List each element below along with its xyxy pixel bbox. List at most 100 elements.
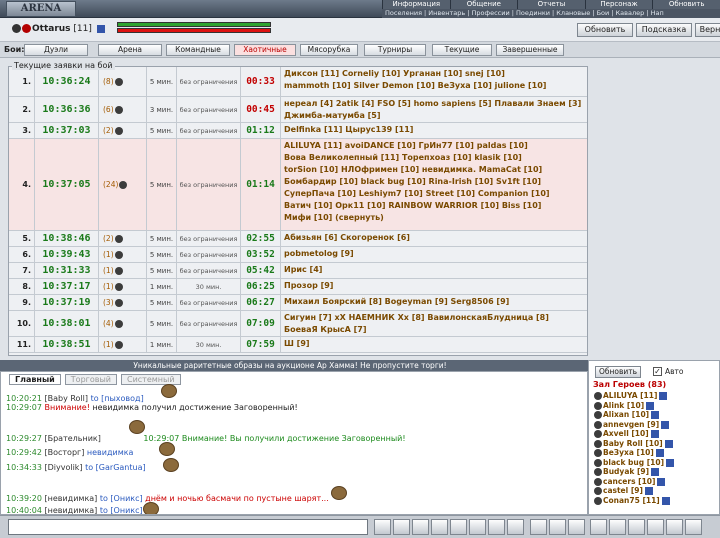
player-item[interactable]: Alink [10] xyxy=(593,401,719,411)
filter-icon[interactable] xyxy=(412,519,429,535)
team-a-players[interactable]: Диксон [11] Corneliy [10] Урганан [10] xyxy=(284,69,462,78)
forum-icon[interactable] xyxy=(647,519,664,535)
player-name[interactable]: annevgen [9] xyxy=(603,420,659,429)
info-icon[interactable] xyxy=(657,477,666,486)
team-line[interactable]: Delfinka [11] Цырус139 [11] xyxy=(284,124,584,136)
info-icon[interactable] xyxy=(655,449,664,457)
team-a-players[interactable]: Мифи [10] (свернуть) xyxy=(284,213,384,222)
team-a-players[interactable]: Вова Великолепный [11] Торепхоаз [10] xyxy=(284,153,472,162)
help-icon[interactable] xyxy=(507,519,524,535)
team-line[interactable]: Ирис [4] xyxy=(284,264,584,276)
avatar[interactable] xyxy=(143,502,159,514)
team-a-players[interactable]: Сигуин [7] xX НАЕМНИК Xx [8] Вавилонская… xyxy=(284,313,549,322)
exit-icon[interactable] xyxy=(685,519,702,535)
sub-menu[interactable]: Поселения | Инвентарь | Профессии | Поед… xyxy=(382,9,720,18)
mail-icon[interactable] xyxy=(549,519,566,535)
hall-of-heroes-title[interactable]: Зал Героев (83) xyxy=(593,380,666,389)
player-name[interactable]: cancers [10] xyxy=(603,477,655,486)
info-icon[interactable] xyxy=(646,401,655,410)
team-line[interactable]: torSion [10] НЛОфримен [10] невидимка. M… xyxy=(284,164,584,176)
player-item[interactable]: ВеЗуха [10] xyxy=(593,448,719,458)
monitor-icon[interactable] xyxy=(628,519,645,535)
auto-checkbox[interactable]: ✓ xyxy=(653,367,662,376)
info-icon[interactable] xyxy=(651,411,660,419)
hint-button[interactable]: Подсказка xyxy=(636,23,692,37)
team-b-players[interactable]: Sv1ft [10] xyxy=(496,177,541,186)
team-a-players[interactable]: Ш [9] xyxy=(284,339,310,348)
team-b-players[interactable]: Скогоренок [6] xyxy=(340,233,410,242)
player-name[interactable]: Alixan [10] xyxy=(603,410,649,419)
team-line[interactable]: Абизьян [6] Скогоренок [6] xyxy=(284,232,584,244)
tab-meatgrinder[interactable]: Мясорубка xyxy=(300,44,358,56)
player-name[interactable]: Budyak [9] xyxy=(603,467,649,476)
team-b-players[interactable]: paldas [10] xyxy=(477,141,528,150)
team-line[interactable]: Михаил Боярский [8] Bogeyman [9] Serg850… xyxy=(284,296,584,308)
team-a-players[interactable]: Абизьян [6] xyxy=(284,233,337,242)
team-a-players[interactable]: БоеваЯ КрысА [7] xyxy=(284,325,367,334)
team-a-players[interactable]: Прозор [9] xyxy=(284,281,333,290)
team-line[interactable]: pobmetolog [9] xyxy=(284,248,584,260)
menu-info[interactable]: Информация xyxy=(382,0,450,9)
tab-chaotic[interactable]: Хаотичные xyxy=(234,44,296,56)
settings-icon[interactable] xyxy=(488,519,505,535)
question-icon[interactable] xyxy=(666,519,683,535)
player-item[interactable]: Conan75 [11] xyxy=(593,496,719,506)
menu-character[interactable]: Персонаж xyxy=(584,0,653,9)
info-icon[interactable] xyxy=(666,458,675,467)
team-line[interactable]: Джимба-матумба [5] xyxy=(284,110,584,122)
team-b-players[interactable]: Плавали Знаем [3] xyxy=(494,99,581,108)
chat-tab-trade[interactable]: Торговый xyxy=(64,374,117,385)
tab-finished[interactable]: Завершенные xyxy=(496,44,564,56)
bag-icon[interactable] xyxy=(530,519,547,535)
avatar[interactable] xyxy=(163,458,179,472)
friends-icon[interactable] xyxy=(568,519,585,535)
team-a-players[interactable]: Михаил Боярский [8] Bogeyman [9] xyxy=(284,297,448,306)
tab-team[interactable]: Командные xyxy=(166,44,230,56)
team-b-players[interactable]: Цырус139 [11] xyxy=(345,125,413,134)
translit-icon[interactable] xyxy=(469,519,486,535)
player-name[interactable]: Axvell [10] xyxy=(603,429,649,438)
smile-icon[interactable] xyxy=(393,519,410,535)
team-b-players[interactable]: Biss [10] xyxy=(502,201,542,210)
team-line[interactable]: Ш [9] xyxy=(284,338,584,350)
avatar[interactable] xyxy=(159,442,175,456)
chat-input[interactable] xyxy=(8,519,368,535)
team-b-players[interactable]: snej [10] xyxy=(465,69,505,78)
menu-reports[interactable]: Отчеты xyxy=(517,0,585,9)
team-b-players[interactable]: MamaCat [10] xyxy=(479,165,542,174)
clear-icon[interactable] xyxy=(374,519,391,535)
info-icon[interactable] xyxy=(661,420,670,429)
player-item[interactable]: annevgen [9] xyxy=(593,420,719,430)
player-item[interactable]: Axvell [10] xyxy=(593,429,719,439)
player-item[interactable]: Budyak [9] xyxy=(593,467,719,477)
avatar[interactable] xyxy=(129,420,145,434)
player-name[interactable]: Alink [10] xyxy=(603,401,644,410)
player-item[interactable]: Baby Roll [10] xyxy=(593,439,719,449)
map-icon[interactable] xyxy=(590,519,607,535)
team-line[interactable]: ALILUYA [11] avoiDANCE [10] ГрИн77 [10] … xyxy=(284,140,584,152)
player-name[interactable]: Conan75 [11] xyxy=(603,496,660,505)
team-b-players[interactable]: Serg8506 [9] xyxy=(451,297,510,306)
refresh-button[interactable]: Обновить xyxy=(577,23,633,37)
player-item[interactable]: cancers [10] xyxy=(593,477,719,487)
chat-tab-system[interactable]: Системный xyxy=(120,374,181,385)
player-item[interactable]: Alixan [10] xyxy=(593,410,719,420)
sidebar-refresh-button[interactable]: Обновить xyxy=(595,366,641,378)
info-icon[interactable] xyxy=(661,496,670,505)
team-line[interactable]: Диксон [11] Corneliy [10] Урганан [10] s… xyxy=(284,68,584,80)
player-name[interactable]: ALILUYA [11] xyxy=(603,391,657,400)
tab-current[interactable]: Текущие xyxy=(432,44,492,56)
team-line[interactable]: mammoth [10] Silver Demon [10] ВеЗуха [1… xyxy=(284,80,584,92)
team-line[interactable]: Прозор [9] xyxy=(284,280,584,292)
team-b-players[interactable]: klasik [10] xyxy=(474,153,522,162)
info-icon[interactable] xyxy=(650,430,659,438)
tab-duels[interactable]: Дуэли xyxy=(24,44,88,56)
team-line[interactable]: Вова Великолепный [11] Торепхоаз [10] kl… xyxy=(284,152,584,164)
team-a-players[interactable]: Ватич [10] Орк11 [10] RAINBOW WARRIOR [1… xyxy=(284,201,499,210)
info-icon[interactable] xyxy=(651,468,660,476)
team-a-players[interactable]: torSion [10] НЛОфримен [10] невидимка. xyxy=(284,165,476,174)
team-b-players[interactable]: Companion [10] xyxy=(478,189,550,198)
player-item[interactable]: castel [9] xyxy=(593,486,719,496)
team-line[interactable]: Сигуин [7] xX НАЕМНИК Xx [8] Вавилонская… xyxy=(284,312,584,324)
team-line[interactable]: БоеваЯ КрысА [7] xyxy=(284,324,584,336)
